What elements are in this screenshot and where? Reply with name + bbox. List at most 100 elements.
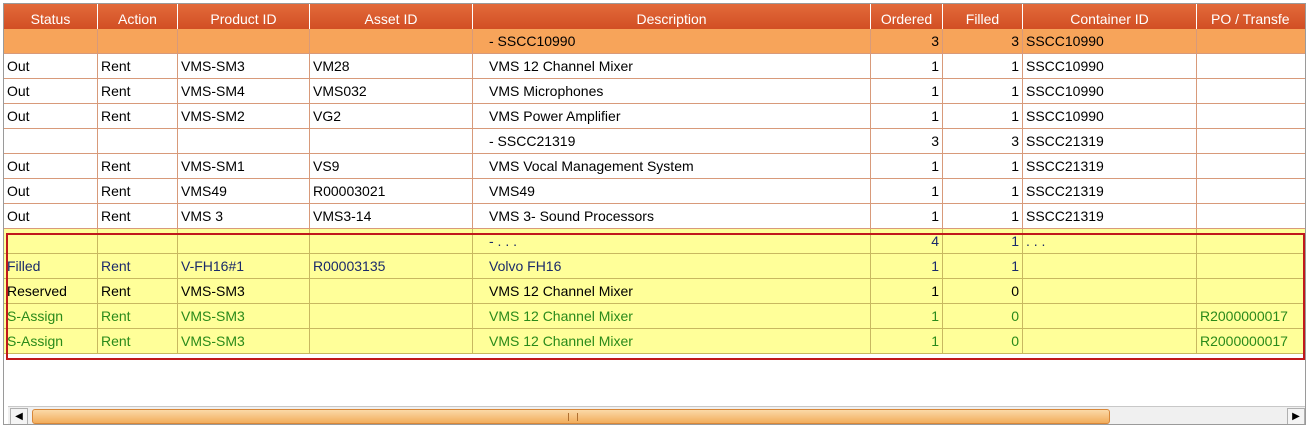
cell-action[interactable]: Rent (98, 279, 178, 304)
cell-asset-id[interactable]: R00003021 (310, 179, 473, 204)
cell-po-transfer[interactable]: R2000000017 (1197, 304, 1305, 329)
cell-filled[interactable]: 1 (943, 79, 1023, 104)
cell-container-id[interactable]: . . . (1023, 229, 1197, 254)
cell-container-id[interactable]: SSCC10990 (1023, 54, 1197, 79)
cell-action[interactable] (98, 229, 178, 254)
cell-action[interactable]: Rent (98, 79, 178, 104)
cell-asset-id[interactable]: VM28 (310, 54, 473, 79)
cell-ordered[interactable]: 1 (871, 154, 943, 179)
cell-action[interactable]: Rent (98, 179, 178, 204)
cell-ordered[interactable]: 1 (871, 329, 943, 354)
cell-asset-id[interactable]: VMS3-14 (310, 204, 473, 229)
cell-description[interactable]: VMS Microphones (473, 79, 871, 104)
cell-description[interactable]: - SSCC10990 (473, 29, 871, 54)
cell-status[interactable]: Out (4, 54, 98, 79)
cell-filled[interactable]: 1 (943, 54, 1023, 79)
cell-product-id[interactable]: VMS49 (178, 179, 310, 204)
cell-product-id[interactable]: VMS-SM3 (178, 304, 310, 329)
cell-po-transfer[interactable]: R2000000017 (1197, 329, 1305, 354)
cell-ordered[interactable]: 1 (871, 304, 943, 329)
cell-action[interactable] (98, 129, 178, 154)
cell-product-id[interactable]: VMS-SM3 (178, 279, 310, 304)
cell-status[interactable]: Out (4, 179, 98, 204)
cell-container-id[interactable]: SSCC10990 (1023, 104, 1197, 129)
cell-description[interactable]: - . . . (473, 229, 871, 254)
cell-action[interactable]: Rent (98, 254, 178, 279)
cell-asset-id[interactable] (310, 229, 473, 254)
cell-po-transfer[interactable] (1197, 279, 1305, 304)
cell-description[interactable]: VMS 12 Channel Mixer (473, 304, 871, 329)
cell-filled[interactable]: 3 (943, 129, 1023, 154)
cell-status[interactable] (4, 129, 98, 154)
horizontal-scrollbar[interactable]: ◀ ▶ (8, 406, 1305, 424)
cell-filled[interactable]: 1 (943, 154, 1023, 179)
cell-status[interactable]: Out (4, 154, 98, 179)
cell-container-id[interactable]: SSCC21319 (1023, 154, 1197, 179)
cell-container-id[interactable] (1023, 279, 1197, 304)
cell-product-id[interactable]: VMS-SM1 (178, 154, 310, 179)
cell-po-transfer[interactable] (1197, 179, 1305, 204)
cell-action[interactable]: Rent (98, 329, 178, 354)
cell-container-id[interactable]: SSCC21319 (1023, 204, 1197, 229)
cell-description[interactable]: VMS 3- Sound Processors (473, 204, 871, 229)
cell-filled[interactable]: 1 (943, 104, 1023, 129)
cell-ordered[interactable]: 3 (871, 129, 943, 154)
cell-po-transfer[interactable] (1197, 254, 1305, 279)
cell-filled[interactable]: 1 (943, 254, 1023, 279)
cell-container-id[interactable] (1023, 304, 1197, 329)
cell-description[interactable]: - SSCC21319 (473, 129, 871, 154)
cell-po-transfer[interactable] (1197, 154, 1305, 179)
cell-status[interactable]: S-Assign (4, 329, 98, 354)
cell-description[interactable]: VMS Power Amplifier (473, 104, 871, 129)
cell-product-id[interactable]: VMS-SM3 (178, 54, 310, 79)
cell-status[interactable] (4, 29, 98, 54)
scroll-right-arrow-icon[interactable]: ▶ (1287, 408, 1305, 424)
cell-product-id[interactable] (178, 129, 310, 154)
cell-ordered[interactable]: 1 (871, 279, 943, 304)
cell-asset-id[interactable] (310, 329, 473, 354)
cell-action[interactable]: Rent (98, 304, 178, 329)
cell-asset-id[interactable]: VG2 (310, 104, 473, 129)
cell-action[interactable]: Rent (98, 54, 178, 79)
cell-description[interactable]: VMS 12 Channel Mixer (473, 329, 871, 354)
cell-asset-id[interactable] (310, 279, 473, 304)
cell-product-id[interactable]: V-FH16#1 (178, 254, 310, 279)
cell-asset-id[interactable]: VMS032 (310, 79, 473, 104)
cell-ordered[interactable]: 1 (871, 79, 943, 104)
cell-description[interactable]: VMS 12 Channel Mixer (473, 54, 871, 79)
cell-filled[interactable]: 0 (943, 329, 1023, 354)
cell-po-transfer[interactable] (1197, 129, 1305, 154)
cell-filled[interactable]: 0 (943, 304, 1023, 329)
cell-container-id[interactable]: SSCC21319 (1023, 129, 1197, 154)
cell-filled[interactable]: 1 (943, 204, 1023, 229)
cell-container-id[interactable]: SSCC10990 (1023, 79, 1197, 104)
cell-product-id[interactable]: VMS 3 (178, 204, 310, 229)
cell-product-id[interactable] (178, 229, 310, 254)
cell-container-id[interactable]: SSCC21319 (1023, 179, 1197, 204)
cell-action[interactable]: Rent (98, 104, 178, 129)
cell-description[interactable]: VMS49 (473, 179, 871, 204)
cell-status[interactable]: S-Assign (4, 304, 98, 329)
cell-status[interactable]: Out (4, 204, 98, 229)
cell-product-id[interactable]: VMS-SM3 (178, 329, 310, 354)
cell-status[interactable]: Reserved (4, 279, 98, 304)
cell-filled[interactable]: 1 (943, 179, 1023, 204)
cell-status[interactable]: Filled (4, 254, 98, 279)
cell-container-id[interactable] (1023, 329, 1197, 354)
scrollbar-thumb[interactable] (32, 409, 1110, 424)
cell-po-transfer[interactable] (1197, 29, 1305, 54)
cell-action[interactable] (98, 29, 178, 54)
cell-ordered[interactable]: 1 (871, 254, 943, 279)
cell-asset-id[interactable] (310, 129, 473, 154)
cell-asset-id[interactable] (310, 29, 473, 54)
cell-filled[interactable]: 0 (943, 279, 1023, 304)
cell-po-transfer[interactable] (1197, 79, 1305, 104)
cell-ordered[interactable]: 3 (871, 29, 943, 54)
cell-status[interactable]: Out (4, 79, 98, 104)
cell-ordered[interactable]: 1 (871, 204, 943, 229)
cell-ordered[interactable]: 1 (871, 179, 943, 204)
scroll-left-arrow-icon[interactable]: ◀ (10, 408, 28, 424)
cell-ordered[interactable]: 4 (871, 229, 943, 254)
cell-asset-id[interactable]: R00003135 (310, 254, 473, 279)
cell-description[interactable]: Volvo FH16 (473, 254, 871, 279)
